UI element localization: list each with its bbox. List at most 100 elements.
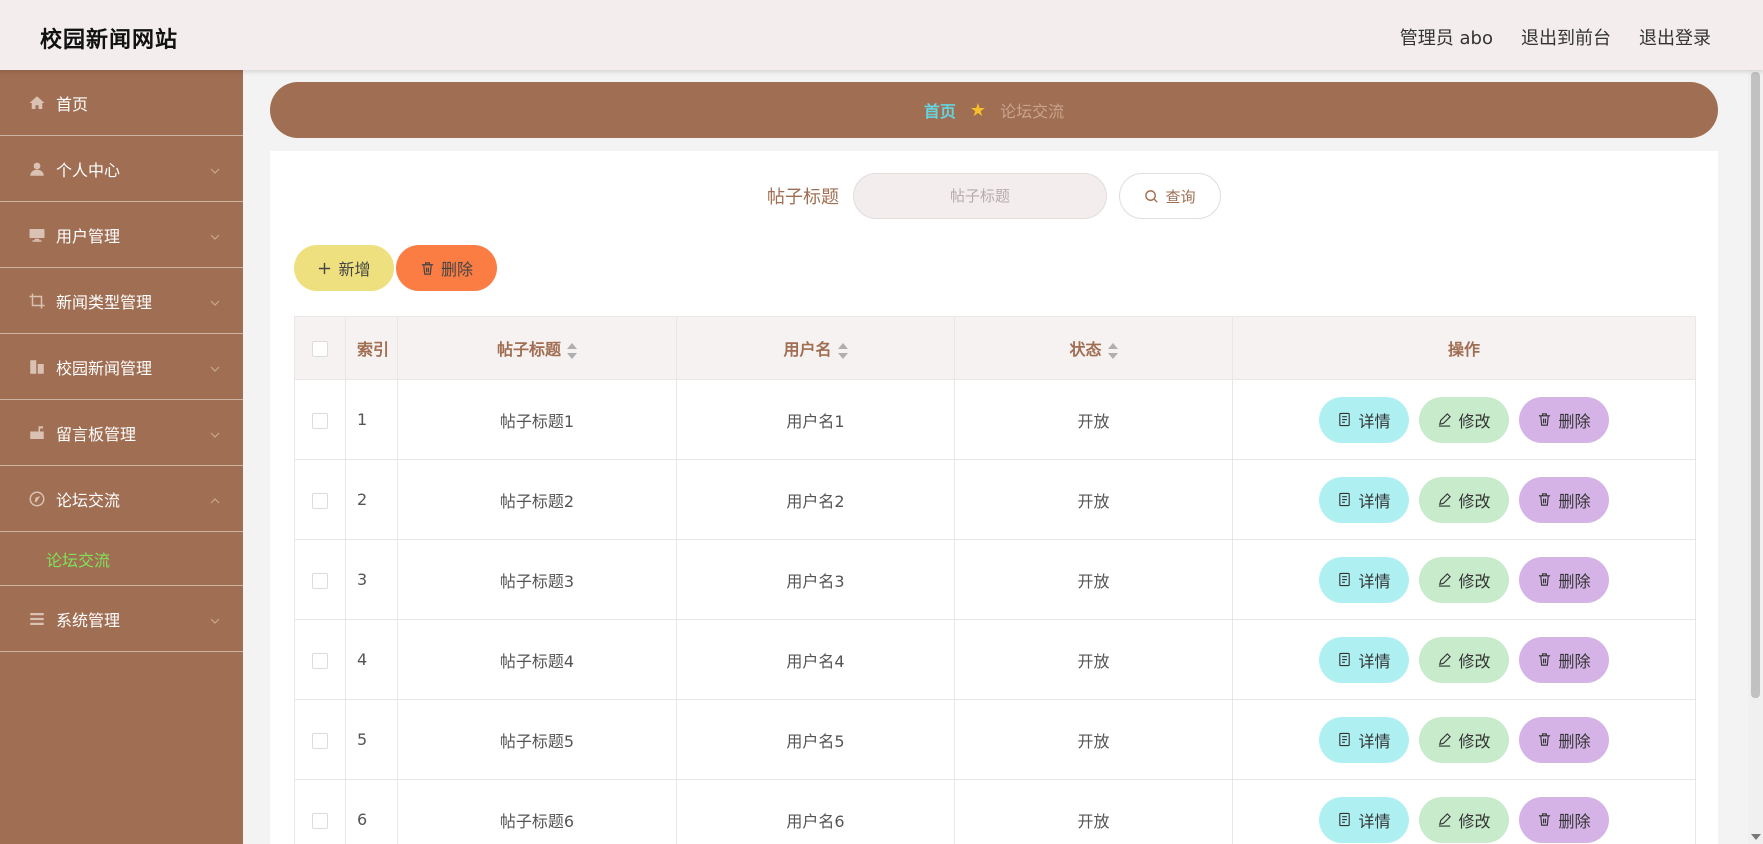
row-select-cell	[294, 539, 346, 620]
chevron-down-icon	[209, 426, 221, 438]
sidebar-item-personal-center[interactable]: 个人中心	[0, 136, 243, 202]
search-icon	[1145, 189, 1159, 203]
add-button[interactable]: 新增	[294, 245, 394, 291]
current-user[interactable]: 管理员 abo	[1400, 24, 1493, 50]
delete-button[interactable]: 删除	[1519, 476, 1609, 523]
cell-user: 用户名1	[676, 379, 955, 460]
pencil-icon	[1439, 493, 1452, 507]
sidebar: 首页 个人中心 用户管理 新闻类型管理 校园新闻管理 留言板管理 论坛交流 论坛…	[0, 70, 243, 844]
sidebar-item-campus-news-management[interactable]: 校园新闻管理	[0, 334, 243, 400]
row-checkbox[interactable]	[312, 572, 328, 589]
cell-status: 开放	[954, 619, 1233, 700]
row-checkbox[interactable]	[312, 652, 328, 669]
row-select-cell	[294, 459, 346, 540]
detail-button[interactable]: 详情	[1319, 476, 1409, 523]
forum-table: 索引 帖子标题 用户名 状态 操作 1 帖子标题1 用户名1 开放 详情 修改 删除 2 帖子标…	[294, 316, 1696, 844]
trash-icon	[1539, 573, 1551, 586]
page-scrollbar[interactable]	[1748, 70, 1763, 844]
row-actions: 详情 修改 删除	[1233, 476, 1695, 523]
sort-icon[interactable]	[567, 342, 577, 359]
delete-button[interactable]: 删除	[1519, 796, 1609, 843]
content-panel: 帖子标题 查询 新增 删除 索引 帖子标题 用户名 状态 操作 1帖子标题1用户	[270, 151, 1718, 844]
scrollbar-thumb[interactable]	[1751, 72, 1760, 698]
row-select-cell	[294, 779, 346, 844]
sidebar-item-news-type-management[interactable]: 新闻类型管理	[0, 268, 243, 334]
sidebar-item-home[interactable]: 首页	[0, 70, 243, 136]
column-header-title[interactable]: 帖子标题	[397, 316, 677, 380]
add-button-label: 新增	[338, 262, 371, 279]
edit-button-label: 修改	[1458, 413, 1491, 431]
search-label: 帖子标题	[767, 187, 839, 208]
edit-button[interactable]: 修改	[1419, 476, 1509, 523]
column-header-ops: 操作	[1232, 316, 1696, 380]
site-title: 校园新闻网站	[40, 28, 179, 53]
exit-to-front-link[interactable]: 退出到前台	[1521, 24, 1611, 50]
cell-ops: 详情 修改 删除	[1232, 619, 1696, 700]
sidebar-item-user-management[interactable]: 用户管理	[0, 202, 243, 268]
edit-button[interactable]: 修改	[1419, 796, 1509, 843]
chevron-up-icon	[209, 492, 221, 504]
breadcrumb-home[interactable]: 首页	[924, 98, 956, 122]
compass-icon	[28, 490, 46, 508]
delete-button[interactable]: 删除	[1519, 556, 1609, 603]
detail-button-label: 详情	[1358, 413, 1391, 431]
cell-ops: 详情 修改 删除	[1232, 699, 1696, 780]
detail-button-label: 详情	[1358, 573, 1391, 591]
column-header-label: 状态	[1069, 340, 1102, 359]
edit-button[interactable]: 修改	[1419, 716, 1509, 763]
detail-button[interactable]: 详情	[1319, 556, 1409, 603]
delete-button[interactable]: 删除	[1519, 636, 1609, 683]
select-all-checkbox[interactable]	[312, 341, 328, 357]
detail-button[interactable]: 详情	[1319, 636, 1409, 683]
row-checkbox[interactable]	[312, 492, 328, 509]
sidebar-item-system-management[interactable]: 系统管理	[0, 586, 243, 652]
sort-icon[interactable]	[837, 342, 848, 359]
delete-button-label: 删除	[1558, 573, 1591, 591]
cell-user: 用户名3	[676, 539, 955, 620]
cell-index: 2	[345, 459, 398, 540]
table-header-row: 索引 帖子标题 用户名 状态 操作	[294, 316, 1696, 380]
scroll-down-arrow[interactable]	[1751, 834, 1761, 840]
sidebar-item-label: 用户管理	[56, 226, 121, 246]
logout-link[interactable]: 退出登录	[1639, 24, 1711, 50]
row-checkbox[interactable]	[312, 812, 328, 829]
cell-status: 开放	[954, 459, 1233, 540]
chevron-down-icon	[209, 228, 221, 240]
trash-icon	[1539, 493, 1551, 506]
detail-button[interactable]: 详情	[1319, 396, 1409, 443]
table-row: 5 帖子标题5 用户名5 开放 详情 修改 删除	[294, 699, 1696, 780]
search-input[interactable]	[853, 173, 1107, 219]
sidebar-item-message-board-management[interactable]: 留言板管理	[0, 400, 243, 466]
star-icon: ★	[969, 99, 987, 121]
top-header: 校园新闻网站 管理员 abo 退出到前台 退出登录	[0, 0, 1763, 70]
detail-button-label: 详情	[1358, 653, 1391, 671]
edit-button[interactable]: 修改	[1419, 636, 1509, 683]
table-row: 4 帖子标题4 用户名4 开放 详情 修改 删除	[294, 619, 1696, 700]
detail-button[interactable]: 详情	[1319, 716, 1409, 763]
search-button[interactable]: 查询	[1119, 173, 1221, 219]
document-icon	[1339, 572, 1351, 587]
user-icon	[28, 160, 46, 178]
row-checkbox[interactable]	[312, 732, 328, 749]
row-select-cell	[294, 379, 346, 460]
edit-button[interactable]: 修改	[1419, 396, 1509, 443]
row-checkbox[interactable]	[312, 412, 328, 429]
sidebar-item-label: 系统管理	[56, 610, 121, 630]
column-header-status[interactable]: 状态	[954, 316, 1233, 380]
sidebar-subitem-forum[interactable]: 论坛交流	[0, 532, 243, 586]
select-all-cell	[294, 316, 346, 380]
batch-delete-button[interactable]: 删除	[396, 245, 497, 291]
table-row: 1 帖子标题1 用户名1 开放 详情 修改 删除	[294, 379, 1696, 460]
column-header-user[interactable]: 用户名	[676, 316, 955, 380]
chevron-down-icon	[209, 294, 221, 306]
edit-button-label: 修改	[1458, 733, 1491, 751]
detail-button[interactable]: 详情	[1319, 796, 1409, 843]
delete-button[interactable]: 删除	[1519, 396, 1609, 443]
pencil-icon	[1439, 813, 1452, 827]
sidebar-item-forum[interactable]: 论坛交流	[0, 466, 243, 532]
table-body: 1 帖子标题1 用户名1 开放 详情 修改 删除 2 帖子标题2 用户名2 开放 详情 修改 删除 3 帖子标…	[294, 379, 1696, 844]
delete-button[interactable]: 删除	[1519, 716, 1609, 763]
edit-button[interactable]: 修改	[1419, 556, 1509, 603]
row-select-cell	[294, 699, 346, 780]
sort-icon[interactable]	[1107, 342, 1118, 359]
